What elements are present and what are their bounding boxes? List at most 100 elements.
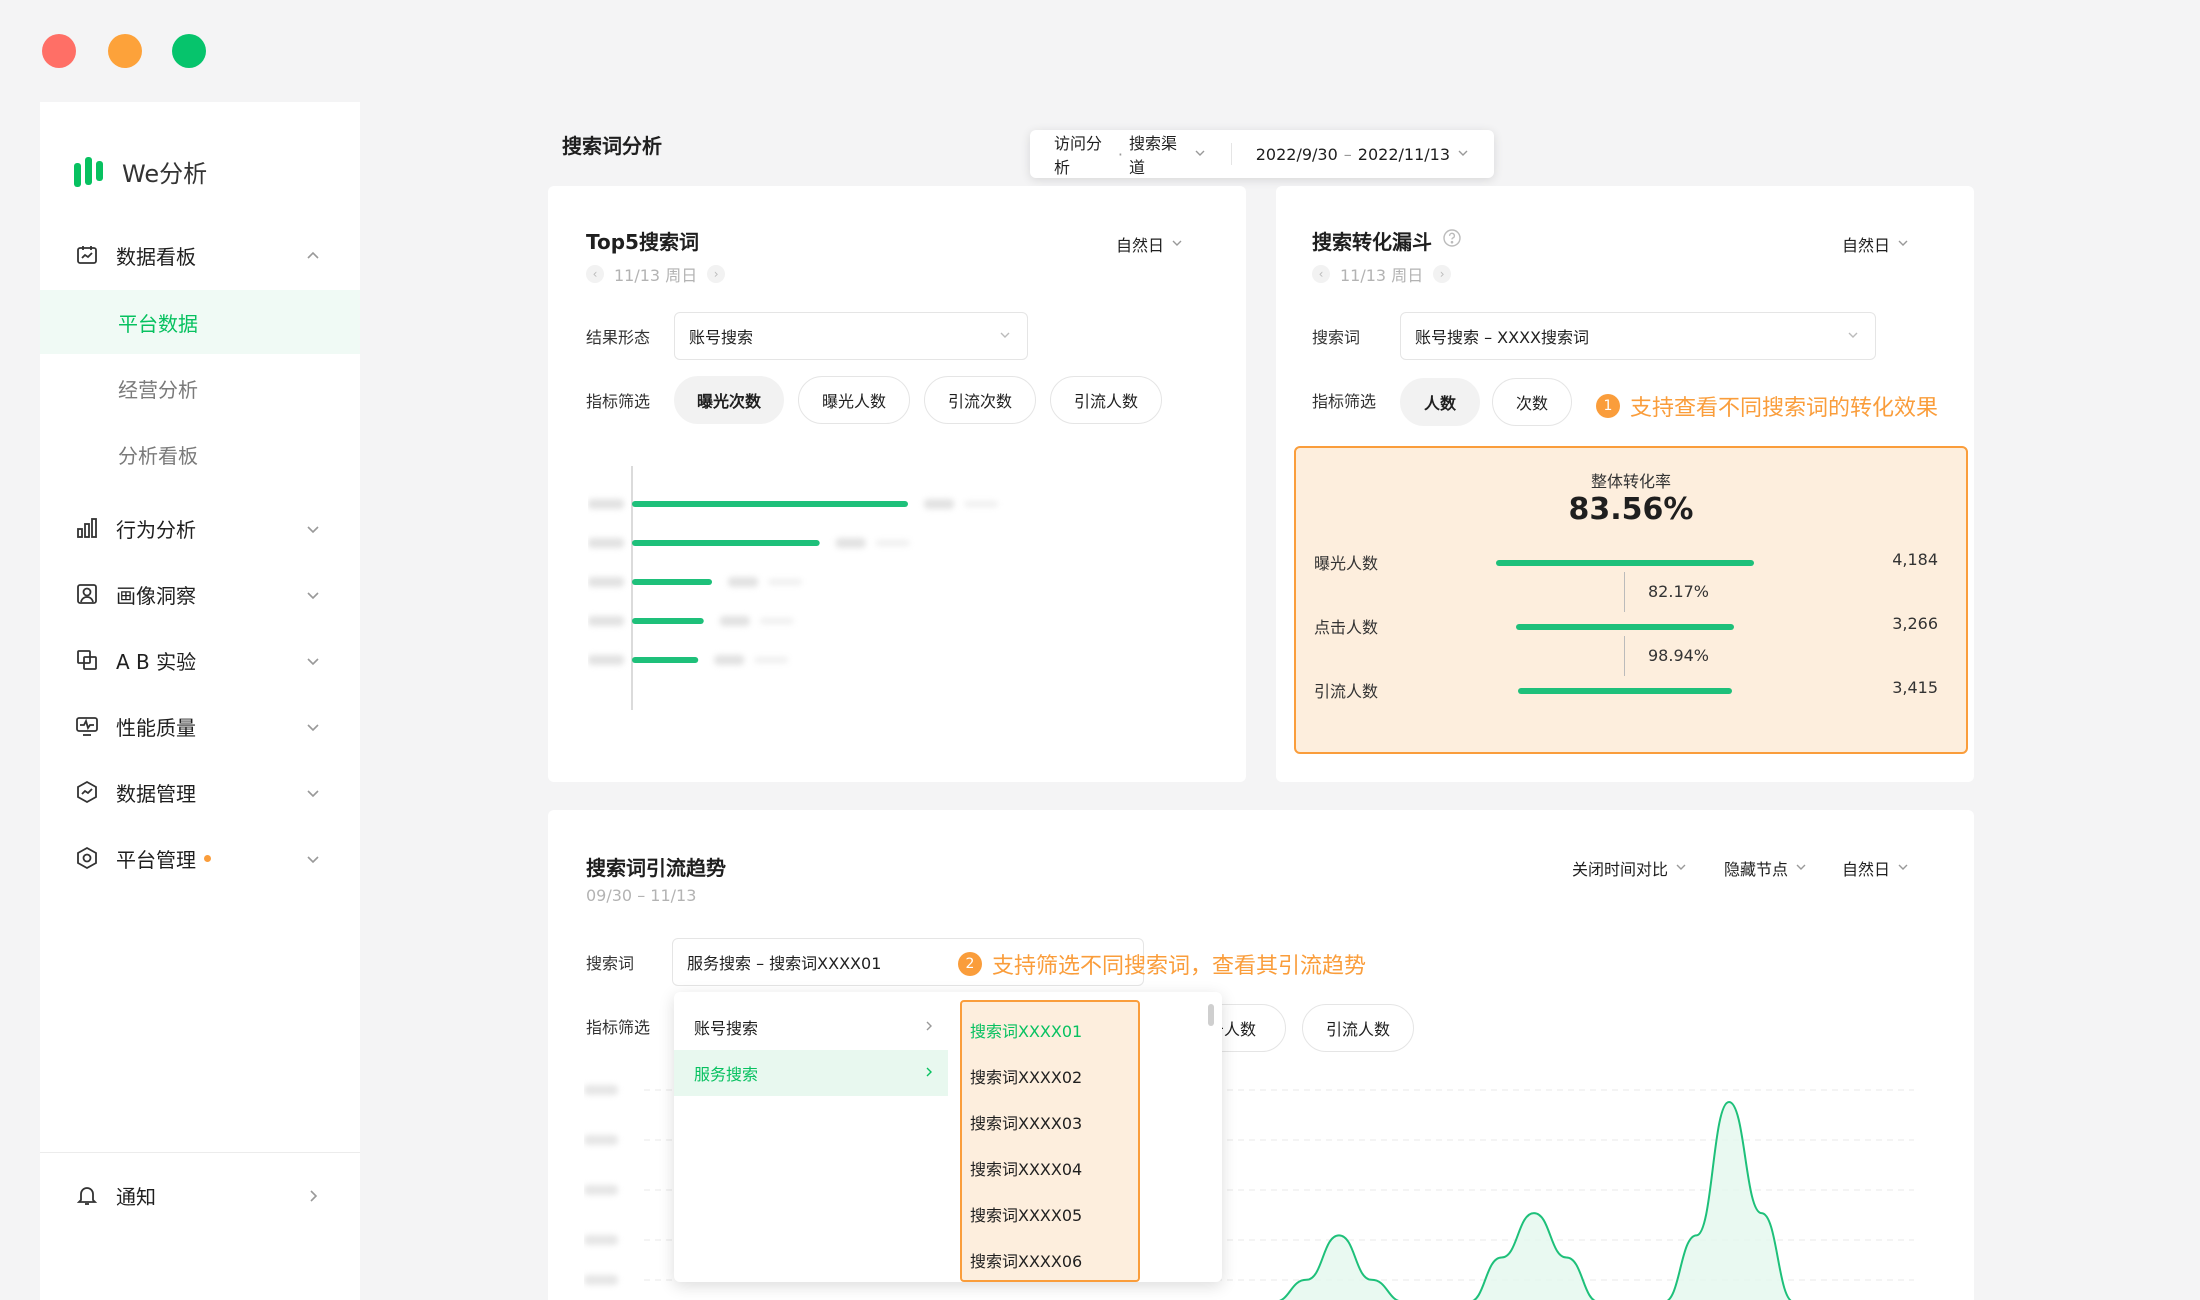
funnel-highlight-box: 整体转化率 83.56% 曝光人数 4,184 82.17% 点击人数 3,26… [1294, 446, 1968, 754]
stage-bar [1496, 560, 1754, 566]
term-value: 账号搜索 – XXXX搜索词 [1415, 328, 1590, 347]
blurred-axis-labels [584, 1085, 618, 1285]
term-option[interactable]: 搜索词XXXX02 [970, 1064, 1082, 1088]
nav-notifications[interactable]: 通知 [40, 1165, 360, 1225]
date-dash: – [1343, 144, 1352, 164]
menu-category-label: 账号搜索 [694, 1019, 759, 1038]
top-filter-bar: 访问分析 · 搜索渠道 2022/9/30 – 2022/11/13 [1030, 130, 1494, 178]
result-select[interactable]: 账号搜索 [674, 312, 1028, 360]
source-channel-dropdown[interactable]: 访问分析 · 搜索渠道 [1030, 130, 1231, 178]
filter-source: 访问分析 [1054, 134, 1103, 177]
card-date: 11/13 周日 [1340, 266, 1424, 285]
nav-sub-analysis-board[interactable]: 分析看板 [40, 422, 360, 486]
hide-node-dropdown[interactable]: 隐藏节点 [1724, 856, 1808, 880]
stage-value: 3,266 [1892, 614, 1938, 633]
menu-category-label: 服务搜索 [694, 1065, 759, 1084]
nav-label: 平台管理 [116, 847, 196, 872]
portrait-icon [74, 581, 100, 607]
separator-dot: · [1117, 144, 1123, 164]
time-compare-dropdown[interactable]: 关闭时间对比 [1572, 856, 1688, 880]
nav-portrait-insight[interactable]: 画像洞察 [40, 564, 360, 624]
overall-rate-value: 83.56% [1568, 492, 1694, 527]
nav-label: 行为分析 [116, 517, 196, 542]
period-label: 自然日 [1116, 236, 1165, 255]
chevron-down-icon [304, 585, 322, 609]
nav-data-management[interactable]: 数据管理 [40, 762, 360, 822]
menu-category-item[interactable]: 账号搜索 [674, 1004, 948, 1050]
card-title: 搜索词引流趋势 [586, 856, 726, 880]
logo: We分析 [72, 154, 207, 189]
chart-bar [632, 579, 713, 585]
term-cascader-menu: 账号搜索 服务搜索 搜索词XXXX01 搜索词XXXX02 搜索词XXXX03 … [674, 992, 1222, 1282]
chevron-down-icon [304, 783, 322, 807]
chevron-down-icon [304, 519, 322, 543]
page-title: 搜索词分析 [562, 134, 662, 158]
metric-pill[interactable]: 次数 [1492, 378, 1572, 426]
nav-performance-quality[interactable]: 性能质量 [40, 696, 360, 756]
stage-label: 曝光人数 [1314, 554, 1379, 573]
metric-pill[interactable]: 曝光人数 [798, 376, 910, 424]
result-value: 账号搜索 [689, 328, 754, 347]
period-dropdown[interactable]: 自然日 [1116, 232, 1184, 256]
metric-pill[interactable]: 引流人数 [1050, 376, 1162, 424]
chevron-down-icon [1170, 235, 1184, 254]
dropdown-label: 隐藏节点 [1724, 860, 1789, 879]
term-label: 搜索词 [586, 954, 635, 973]
chevron-down-icon [1896, 235, 1910, 254]
nav-platform-management[interactable]: 平台管理 [40, 828, 360, 888]
term-select[interactable]: 账号搜索 – XXXX搜索词 [1400, 312, 1876, 360]
menu-scrollbar[interactable] [1208, 1004, 1214, 1026]
nav-sub-platform-data[interactable]: 平台数据 [40, 290, 360, 354]
nav-sub-business-analysis[interactable]: 经营分析 [40, 356, 360, 420]
card-title: 搜索转化漏斗 [1312, 230, 1432, 254]
card-date: 11/13 周日 [614, 266, 698, 285]
monitor-icon [74, 713, 100, 739]
term-option[interactable]: 搜索词XXXX04 [970, 1156, 1082, 1180]
next-day-button[interactable]: › [707, 265, 726, 283]
prev-day-button[interactable]: ‹ [1312, 265, 1330, 283]
metric-pill[interactable]: 引流人数 [1302, 1004, 1414, 1052]
window-close-button[interactable] [42, 34, 76, 68]
term-value: 服务搜索 – 搜索词XXXX01 [687, 954, 882, 973]
date-range-picker[interactable]: 2022/9/30 – 2022/11/13 [1232, 130, 1494, 178]
next-day-button[interactable]: › [1433, 265, 1452, 283]
window-maximize-button[interactable] [172, 34, 206, 68]
date-end: 2022/11/13 [1357, 144, 1450, 164]
chevron-down-icon [304, 849, 322, 873]
stage-rate: 98.94% [1648, 646, 1710, 665]
nav-sub-label: 经营分析 [118, 377, 198, 402]
term-option[interactable]: 搜索词XXXX06 [970, 1248, 1082, 1272]
metric-pill[interactable]: 引流次数 [924, 376, 1036, 424]
chevron-down-icon [1896, 859, 1910, 878]
menu-category-item[interactable]: 服务搜索 [674, 1050, 948, 1096]
sidebar: We分析 数据看板 平台数据 经营分析 分析看板 行为分析 画像洞察 A B 实… [40, 102, 360, 1300]
term-option[interactable]: 搜索词XXXX03 [970, 1110, 1082, 1134]
chevron-down-icon [304, 651, 322, 675]
help-icon[interactable] [1442, 228, 1462, 253]
nav-behavior-analysis[interactable]: 行为分析 [40, 498, 360, 558]
period-label: 自然日 [1842, 236, 1891, 255]
period-dropdown[interactable]: 自然日 [1842, 232, 1910, 256]
top5-card: Top5搜索词 ‹ 11/13 周日 › 自然日 结果形态 账号搜索 指标筛选 … [548, 186, 1246, 782]
stage-bar [1516, 624, 1734, 630]
filter-channel: 搜索渠道 [1128, 134, 1177, 177]
window-minimize-button[interactable] [108, 34, 142, 68]
chevron-down-icon [1193, 145, 1207, 164]
down-arrow [1624, 636, 1625, 676]
nav-data-board[interactable]: 数据看板 [40, 225, 360, 285]
down-arrow [1624, 572, 1625, 612]
metric-label: 指标筛选 [586, 392, 651, 411]
period-dropdown[interactable]: 自然日 [1842, 856, 1910, 880]
sidebar-divider [40, 1152, 360, 1153]
ab-test-icon [74, 647, 100, 673]
metric-pill[interactable]: 曝光次数 [674, 376, 784, 424]
annotation-2: 2 支持筛选不同搜索词，查看其引流趋势 [958, 948, 1366, 980]
metric-label: 指标筛选 [586, 1018, 651, 1037]
prev-day-button[interactable]: ‹ [586, 265, 604, 283]
term-option[interactable]: 搜索词XXXX01 [970, 1018, 1082, 1042]
metric-pill[interactable]: 人数 [1400, 378, 1480, 426]
term-option[interactable]: 搜索词XXXX05 [970, 1202, 1082, 1226]
annotation-text: 支持筛选不同搜索词，查看其引流趋势 [992, 954, 1367, 979]
nav-ab-test[interactable]: A B 实验 [40, 630, 360, 690]
notification-dot [204, 854, 211, 862]
